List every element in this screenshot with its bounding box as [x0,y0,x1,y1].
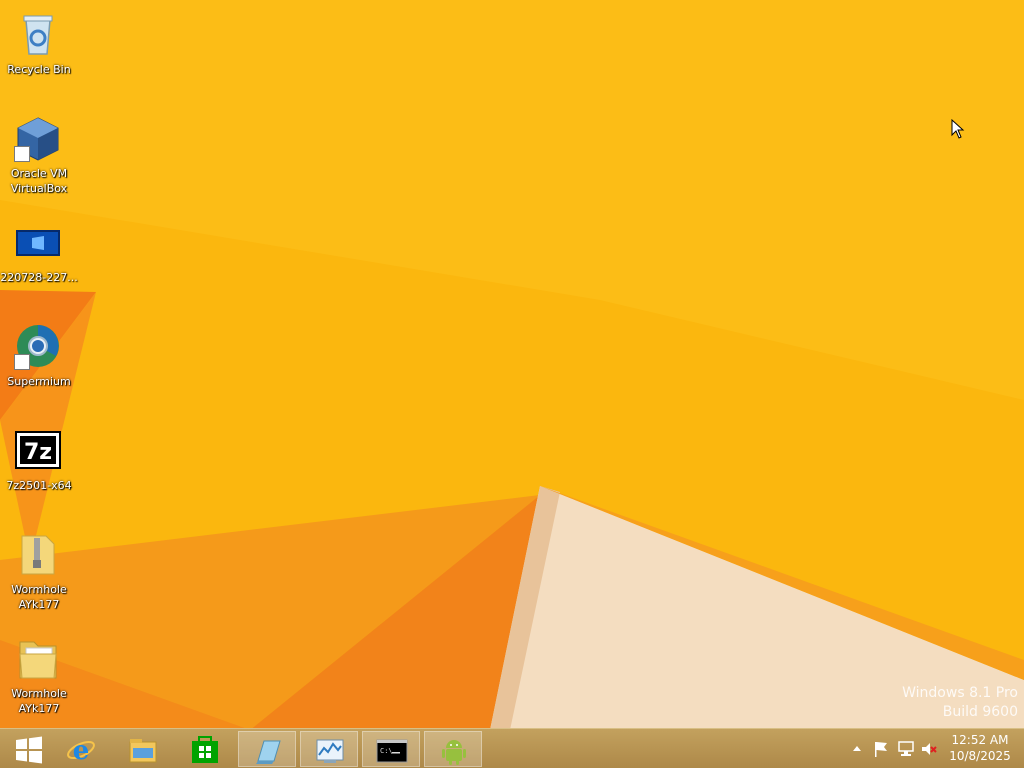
recycle-bin-icon [23,15,53,55]
clock-time: 12:52 AM [951,733,1009,747]
shortcut-arrow-icon [14,146,30,162]
windows-version-watermark: Windows 8.1 Pro Build 9600 [902,684,1018,722]
wallpaper [0,0,1024,768]
svg-text:e: e [73,736,90,766]
desktop-icon-windows-image[interactable]: 220728-227... [0,214,78,310]
notepad-icon [256,740,281,764]
shortcut-arrow-icon [14,354,30,370]
command-prompt-icon: C:\ [376,739,408,763]
desktop-icon-label: Supermium [7,375,71,388]
taskbar-internet-explorer[interactable]: e [52,731,110,767]
chevron-up-icon[interactable] [852,740,862,756]
speaker-muted-icon[interactable] [920,740,938,758]
taskbar[interactable]: e C:\ [0,728,1024,768]
taskbar-clock[interactable]: 12:52 AM 10/8/2025 [944,732,1016,764]
desktop-icon-label: 220728-227... [0,271,78,284]
desktop-icon-label: Wormhole AYk177 [11,687,67,715]
svg-text:C:\: C:\ [380,747,393,755]
mouse-cursor-icon [951,119,965,139]
desktop-icon-zip-folder[interactable]: Wormhole AYk177 [0,526,78,622]
desktop-icon-label: Wormhole AYk177 [11,583,67,611]
start-button[interactable] [0,731,58,767]
taskbar-app-command-prompt[interactable]: C:\ [362,731,420,767]
desktop-icon-7zip[interactable]: 7z 7z2501-x64 [0,422,78,518]
watermark-edition: Windows 8.1 Pro [902,685,1018,701]
watermark-build: Build 9600 [942,704,1018,720]
svg-text:7z: 7z [24,440,52,465]
taskbar-app-control-panel[interactable] [300,731,358,767]
folder-icon [19,641,57,679]
desktop-icon-label: Recycle Bin [7,63,71,76]
desktop-icon-label: Oracle VM VirtualBox [10,167,68,195]
control-panel-icon [316,739,344,763]
flag-icon[interactable] [872,740,890,758]
desktop-icon-virtualbox[interactable]: Oracle VM VirtualBox [0,110,78,206]
windows-logo-icon [16,736,42,764]
clock-date: 10/8/2025 [949,749,1011,763]
7zip-icon: 7z [15,431,61,469]
taskbar-app-notepad[interactable] [238,731,296,767]
taskbar-app-android[interactable] [424,731,482,767]
file-explorer-icon [129,739,157,763]
desktop-icon-label: 7z2501-x64 [6,479,72,492]
network-icon[interactable] [897,740,915,758]
desktop-icon-folder[interactable]: Wormhole AYk177 [0,630,78,726]
android-icon [442,740,466,765]
taskbar-file-explorer[interactable] [114,731,172,767]
internet-explorer-icon: e [67,736,95,766]
desktop-icon-recycle-bin[interactable]: Recycle Bin [0,6,78,102]
zip-folder-icon [21,535,55,575]
desktop-icon-supermium[interactable]: Supermium [0,318,78,414]
desktop[interactable]: Recycle Bin Oracle VM VirtualBox 220728-… [0,0,1024,768]
store-icon [192,736,218,763]
windows-image-icon [16,230,60,256]
taskbar-store[interactable] [176,731,234,767]
